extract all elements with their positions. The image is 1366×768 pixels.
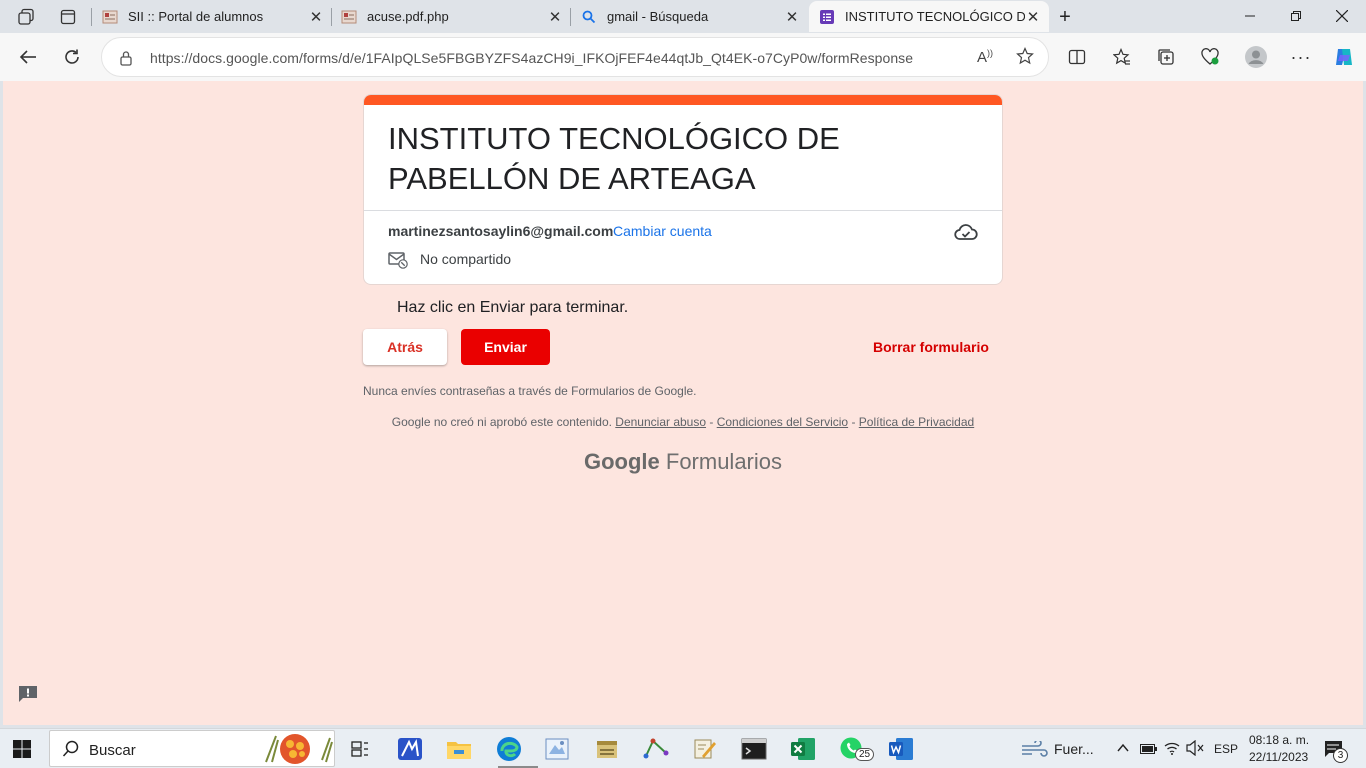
language-indicator[interactable]: ESP <box>1214 742 1238 756</box>
accent-bar <box>364 95 1002 105</box>
app-launcher-icon[interactable] <box>395 734 425 764</box>
battery-icon[interactable] <box>1140 742 1158 760</box>
form-page: INSTITUTO TECNOLÓGICO DE PABELLÓN DE ART… <box>3 81 1363 725</box>
back-button[interactable]: Atrás <box>363 329 447 365</box>
tab-title: acuse.pdf.php <box>367 9 449 24</box>
address-bar[interactable]: https://docs.google.com/forms/d/e/1FAIpQ… <box>101 37 1049 77</box>
tab-title: SII :: Portal de alumnos <box>128 9 264 24</box>
drawing-tool-icon[interactable] <box>690 734 720 764</box>
copilot-icon[interactable] <box>1330 43 1358 71</box>
close-tab-icon[interactable]: ✕ <box>308 9 324 26</box>
search-highlight-icon <box>262 732 334 768</box>
clock-date[interactable]: 22/11/2023 <box>1249 750 1308 764</box>
taskbar: Buscar 25 Fuer... ESP 08:18 a. m. 22/11/… <box>0 728 1366 768</box>
cloud-saved-icon <box>954 223 978 243</box>
tab-actions-icon[interactable] <box>54 4 82 30</box>
taskbar-search[interactable]: Buscar <box>49 730 335 767</box>
favorites-icon[interactable] <box>1108 43 1136 71</box>
whatsapp-badge: 25 <box>855 748 875 761</box>
browser-essentials-icon[interactable] <box>1196 43 1224 71</box>
word-icon[interactable] <box>886 734 916 764</box>
terms-link[interactable]: Condiciones del Servicio <box>717 415 848 429</box>
report-abuse-link[interactable]: Denunciar abuso <box>615 415 706 429</box>
volume-muted-icon[interactable] <box>1186 739 1204 761</box>
notification-count-badge: 3 <box>1333 748 1348 763</box>
search-placeholder: Buscar <box>89 742 136 759</box>
tab-title: gmail - Búsqueda <box>607 9 709 24</box>
minimize-icon[interactable] <box>1227 0 1273 32</box>
url-text[interactable]: https://docs.google.com/forms/d/e/1FAIpQ… <box>150 50 913 66</box>
weather-wind-icon[interactable] <box>1020 739 1048 762</box>
clear-form-button[interactable]: Borrar formulario <box>873 339 989 355</box>
close-window-icon[interactable] <box>1319 0 1365 32</box>
terminal-icon[interactable] <box>739 734 769 764</box>
mail-not-shared-icon <box>388 251 408 269</box>
back-arrow-icon[interactable] <box>14 43 42 71</box>
archive-tool-icon[interactable] <box>592 734 622 764</box>
divider <box>364 210 1002 211</box>
privacy-link[interactable]: Política de Privacidad <box>859 415 974 429</box>
google-forms-logo[interactable]: Google Formularios <box>363 449 1003 475</box>
read-aloud-icon[interactable]: A)) <box>977 48 993 66</box>
submit-instruction: Haz clic en Enviar para terminar. <box>397 299 629 316</box>
profile-avatar-icon[interactable] <box>1242 43 1270 71</box>
windows-start-icon[interactable] <box>13 740 31 758</box>
legal-footer: Google no creó ni aprobó este contenido.… <box>363 415 1003 429</box>
tab-acuse-pdf[interactable]: acuse.pdf.php ✕ <box>331 1 571 32</box>
close-tab-icon[interactable]: ✕ <box>1025 9 1041 26</box>
clock-time[interactable]: 08:18 a. m. <box>1249 733 1309 747</box>
whatsapp-icon[interactable]: 25 <box>837 734 875 764</box>
account-email: martinezsantosaylin6@gmail.com <box>388 223 614 239</box>
task-view-icon[interactable] <box>345 734 375 764</box>
logo-google: Google <box>583 449 660 474</box>
weather-label[interactable]: Fuer... <box>1054 741 1094 757</box>
show-hidden-icons-chevron[interactable] <box>1116 741 1130 760</box>
form-title: INSTITUTO TECNOLÓGICO DE PABELLÓN DE ART… <box>388 121 840 196</box>
restore-icon[interactable] <box>1273 0 1319 32</box>
workspaces-icon[interactable] <box>12 4 40 30</box>
legal-disclaimer: Google no creó ni aprobó este contenido. <box>391 415 612 429</box>
refresh-icon[interactable] <box>58 43 86 71</box>
more-options-icon[interactable]: ··· <box>1287 43 1315 71</box>
wifi-icon[interactable] <box>1163 740 1181 761</box>
favorite-star-icon[interactable] <box>1016 47 1034 70</box>
switch-account-link[interactable]: Cambiar cuenta <box>613 223 712 239</box>
excel-icon[interactable] <box>788 734 818 764</box>
tab-gmail-search[interactable]: gmail - Búsqueda ✕ <box>571 1 808 32</box>
search-icon <box>62 740 80 763</box>
sii-favicon <box>341 9 357 25</box>
forms-icon <box>819 9 835 25</box>
close-tab-icon[interactable]: ✕ <box>784 9 800 26</box>
tab-title: INSTITUTO TECNOLÓGICO DE PA <box>845 9 1025 24</box>
close-tab-icon[interactable]: ✕ <box>547 9 563 26</box>
sii-favicon <box>102 9 118 25</box>
split-screen-icon[interactable] <box>1063 43 1091 71</box>
browser-toolbar: https://docs.google.com/forms/d/e/1FAIpQ… <box>0 33 1366 81</box>
logo-forms: Formularios <box>665 449 783 474</box>
separator: - <box>706 415 717 429</box>
geometry-app-icon[interactable] <box>641 734 671 764</box>
collections-icon[interactable] <box>1152 43 1180 71</box>
tab-strip: SII :: Portal de alumnos ✕ acuse.pdf.php… <box>0 0 1366 33</box>
send-button[interactable]: Enviar <box>461 329 550 365</box>
file-explorer-icon[interactable] <box>444 734 474 764</box>
password-warning: Nunca envíes contraseñas a través de For… <box>363 384 697 398</box>
paint-app-icon[interactable] <box>542 734 572 764</box>
tab-sii-portal[interactable]: SII :: Portal de alumnos ✕ <box>92 1 332 32</box>
form-header-card: INSTITUTO TECNOLÓGICO DE PABELLÓN DE ART… <box>363 94 1003 285</box>
separator: - <box>848 415 859 429</box>
not-shared-label: No compartido <box>420 251 512 267</box>
new-tab-icon[interactable]: + <box>1051 4 1079 30</box>
search-icon <box>581 9 597 25</box>
edge-icon[interactable] <box>494 734 538 768</box>
tab-instituto-form[interactable]: INSTITUTO TECNOLÓGICO DE PA ✕ <box>809 1 1049 32</box>
lock-icon[interactable] <box>119 50 133 71</box>
feedback-icon[interactable] <box>17 684 39 704</box>
